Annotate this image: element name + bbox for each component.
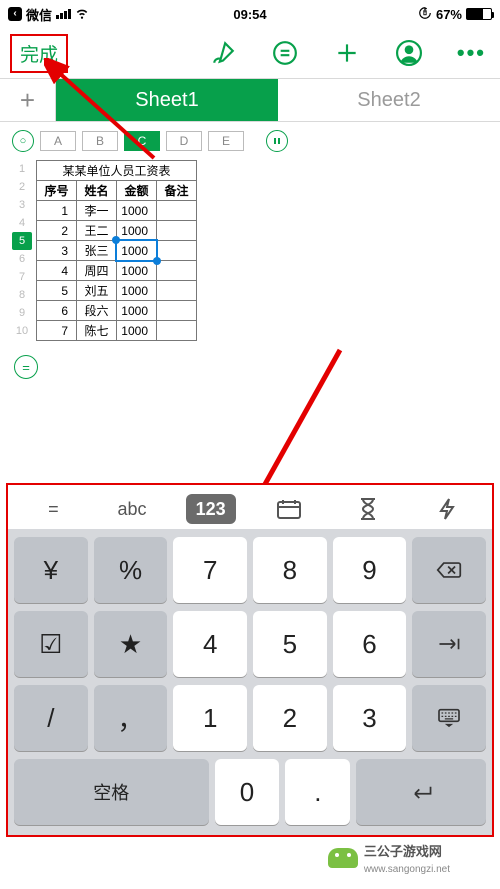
pause-circle-icon[interactable]: [266, 130, 288, 152]
table-row: 1李一1000: [37, 201, 197, 221]
key-1[interactable]: 1: [173, 685, 247, 751]
key-backspace[interactable]: [412, 537, 486, 603]
menu-circle-icon[interactable]: [271, 39, 299, 67]
key-6[interactable]: 6: [333, 611, 407, 677]
status-time: 09:54: [0, 7, 500, 22]
key-8[interactable]: 8: [253, 537, 327, 603]
key-percent[interactable]: %: [94, 537, 168, 603]
col-no: 序号: [37, 181, 77, 201]
table-row: 5刘五1000: [37, 281, 197, 301]
key-3[interactable]: 3: [333, 685, 407, 751]
watermark-url: www.sangongzi.net: [364, 864, 450, 875]
key-4[interactable]: 4: [173, 611, 247, 677]
record-circle-icon[interactable]: ○: [12, 130, 34, 152]
key-slash[interactable]: /: [14, 685, 88, 751]
table-title: 某某单位人员工资表: [37, 161, 197, 181]
done-button[interactable]: 完成: [10, 34, 68, 73]
key-5[interactable]: 5: [253, 611, 327, 677]
sheet-tabs: + Sheet1 Sheet2: [0, 78, 500, 122]
table-row: 6段六1000: [37, 301, 197, 321]
key-2[interactable]: 2: [253, 685, 327, 751]
kbd-mode-timer-icon[interactable]: [343, 494, 393, 524]
key-star[interactable]: ★: [94, 611, 168, 677]
col-A[interactable]: A: [40, 131, 76, 151]
sheet-tab-2[interactable]: Sheet2: [278, 79, 500, 121]
add-icon[interactable]: [333, 39, 361, 67]
sheet-tab-1[interactable]: Sheet1: [56, 79, 278, 121]
keyboard-mode-tabs: = abc 123: [8, 489, 492, 529]
key-comma[interactable]: ，: [94, 685, 168, 751]
table-row: 7陈七1000: [37, 321, 197, 341]
toolbar: 完成 •••: [0, 28, 500, 78]
col-name: 姓名: [77, 181, 117, 201]
key-hide-keyboard[interactable]: [412, 685, 486, 751]
key-checkbox[interactable]: ☑: [14, 611, 88, 677]
col-C[interactable]: C: [124, 131, 160, 151]
keyboard: ¥ % 7 8 9 ☑ ★ 4 5 6 / ， 1 2 3: [8, 529, 492, 835]
table-row: 3张三1000: [37, 241, 197, 261]
spreadsheet[interactable]: 12345678910 某某单位人员工资表 序号 姓名 金额 备注 1李一100…: [0, 160, 500, 341]
formula-button[interactable]: =: [14, 355, 38, 379]
format-brush-icon[interactable]: [209, 39, 237, 67]
table-row: 4周四1000: [37, 261, 197, 281]
watermark: 三公子游戏网 www.sangongzi.net: [328, 841, 450, 875]
key-yen[interactable]: ¥: [14, 537, 88, 603]
watermark-logo-icon: [328, 848, 358, 868]
col-amount: 金额: [117, 181, 157, 201]
row-numbers: 12345678910: [12, 160, 32, 341]
key-dot[interactable]: .: [285, 759, 350, 825]
col-D[interactable]: D: [166, 131, 202, 151]
watermark-brand: 三公子游戏网: [364, 844, 442, 859]
col-E[interactable]: E: [208, 131, 244, 151]
key-9[interactable]: 9: [333, 537, 407, 603]
keyboard-panel: = abc 123 ¥ % 7 8 9 ☑ ★ 4 5 6: [6, 483, 494, 837]
kbd-mode-abc[interactable]: abc: [107, 494, 157, 524]
key-0[interactable]: 0: [215, 759, 280, 825]
kbd-mode-123[interactable]: 123: [186, 494, 236, 524]
kbd-mode-date-icon[interactable]: [264, 494, 314, 524]
more-icon[interactable]: •••: [457, 40, 486, 66]
status-bar: ‹ 微信 09:54 67%: [0, 0, 500, 28]
key-enter[interactable]: [356, 759, 486, 825]
key-7[interactable]: 7: [173, 537, 247, 603]
col-B[interactable]: B: [82, 131, 118, 151]
battery-icon: [466, 8, 492, 20]
key-space[interactable]: 空格: [14, 759, 209, 825]
key-tab[interactable]: [412, 611, 486, 677]
selected-cell[interactable]: 1000: [117, 241, 157, 261]
col-note: 备注: [157, 181, 197, 201]
kbd-mode-bolt-icon[interactable]: [422, 494, 472, 524]
kbd-mode-equals[interactable]: =: [28, 494, 78, 524]
add-sheet-button[interactable]: +: [0, 79, 56, 121]
data-table[interactable]: 某某单位人员工资表 序号 姓名 金额 备注 1李一1000 2王二1000 3张…: [36, 160, 197, 341]
profile-icon[interactable]: [395, 39, 423, 67]
column-header-row: ○ A B C D E: [0, 122, 500, 160]
